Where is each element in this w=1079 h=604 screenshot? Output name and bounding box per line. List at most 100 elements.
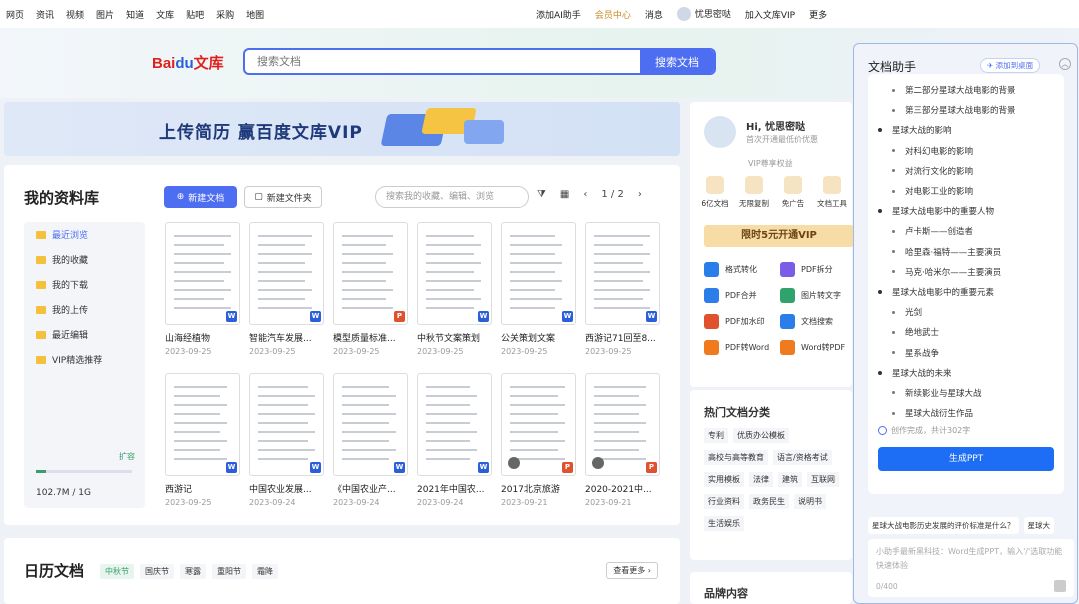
sidebar-item[interactable]: VIP精选推荐 <box>24 347 145 372</box>
doc-card[interactable]: W 西游记 2023-09-25 <box>165 373 240 507</box>
tool-item[interactable]: PDF加水印 <box>704 314 780 329</box>
sidebar-item[interactable]: 我的下载 <box>24 272 145 297</box>
tool-item[interactable]: 图片转文字 <box>780 288 856 303</box>
doc-card[interactable]: P 2017北京旅游 2023-09-21 <box>501 373 576 507</box>
filter-icon[interactable]: ⧩ <box>537 189 546 200</box>
tool-icon <box>780 288 795 303</box>
library-search-input[interactable]: 搜索我的收藏、编辑、浏览 <box>375 186 529 208</box>
search-button[interactable]: 搜索文档 <box>640 50 714 73</box>
more-link[interactable]: 更多 <box>809 8 827 21</box>
sidebar-item[interactable]: 最近编辑 <box>24 322 145 347</box>
hot-tag[interactable]: 法律 <box>749 472 773 487</box>
tool-item[interactable]: Word转PDF <box>780 340 856 355</box>
thumb-line <box>594 395 639 397</box>
file-type-icon: P <box>562 462 573 473</box>
doc-card[interactable]: P 2020-2021中... 2023-09-21 <box>585 373 660 507</box>
hot-tag[interactable]: 生活娱乐 <box>704 516 744 531</box>
thumb-line <box>174 413 220 415</box>
sidebar-item[interactable]: 我的收藏 <box>24 247 145 272</box>
join-vip-link[interactable]: 加入文库VIP <box>745 8 795 21</box>
send-icon[interactable] <box>1054 580 1066 592</box>
hot-tag[interactable]: 高校与高等教育 <box>704 450 768 465</box>
tool-item[interactable]: PDF拆分 <box>780 262 856 277</box>
doc-card[interactable]: W 中国农业发展... 2023-09-24 <box>249 373 324 507</box>
play-icon[interactable] <box>592 457 604 469</box>
generate-ppt-button[interactable]: 生成PPT <box>878 447 1054 471</box>
tool-item[interactable]: 文档搜索 <box>780 314 856 329</box>
vip-right-item[interactable]: 无限复制 <box>739 176 769 209</box>
next-page-icon[interactable]: › <box>638 189 642 200</box>
tool-item[interactable]: PDF转Word <box>704 340 780 355</box>
add-to-desktop-button[interactable]: ✈ 添加到桌面 <box>980 58 1041 73</box>
suggestion-chip[interactable]: 星球大战电影历史发展的评价标准是什么？ <box>868 517 1019 534</box>
doc-card[interactable]: W 西游记71回至8... 2023-09-25 <box>585 222 660 356</box>
hot-tag[interactable]: 专利 <box>704 428 728 443</box>
outline-item: 星球大战的未来 <box>878 363 1058 383</box>
nav-link[interactable]: 采购 <box>216 8 234 21</box>
vip-right-item[interactable]: 免广告 <box>778 176 808 209</box>
tool-item[interactable]: PDF合并 <box>704 288 780 303</box>
see-more-button[interactable]: 查看更多 › <box>606 562 658 579</box>
tool-item[interactable]: 格式转化 <box>704 262 780 277</box>
hot-tag[interactable]: 说明书 <box>794 494 826 509</box>
expand-storage-link[interactable]: 扩容 <box>119 451 135 462</box>
vip-offer-text[interactable]: 首次开通最低价优惠 <box>746 134 818 145</box>
calendar-tag[interactable]: 中秋节 <box>100 564 134 579</box>
new-doc-button[interactable]: ⊕ 新建文档 <box>164 186 237 208</box>
doc-card[interactable]: W 山海经植物 2023-09-25 <box>165 222 240 356</box>
hot-tag[interactable]: 行业资料 <box>704 494 744 509</box>
grid-view-icon[interactable]: ▦ <box>560 189 569 200</box>
doc-card[interactable]: W 2021年中国农... 2023-09-24 <box>417 373 492 507</box>
nav-link[interactable]: 贴吧 <box>186 8 204 21</box>
doc-card[interactable]: W 公关策划文案 2023-09-25 <box>501 222 576 356</box>
sidebar-item[interactable]: 最近浏览 <box>24 222 145 247</box>
suggestion-chip[interactable]: 星球大 <box>1023 517 1054 534</box>
promo-banner[interactable]: 上传简历 赢百度文库VIP <box>4 102 680 156</box>
collapse-icon[interactable]: ︿ <box>1059 58 1071 70</box>
sidebar-item[interactable]: 我的上传 <box>24 297 145 322</box>
hot-tag[interactable]: 实用模板 <box>704 472 744 487</box>
hot-tag[interactable]: 语言/资格考试 <box>773 450 832 465</box>
member-center-link[interactable]: 会员中心 <box>595 8 631 21</box>
prev-page-icon[interactable]: ‹ <box>583 189 587 200</box>
search-input[interactable] <box>245 50 635 73</box>
nav-link[interactable]: 图片 <box>96 8 114 21</box>
nav-link[interactable]: 视频 <box>66 8 84 21</box>
thumb-line <box>426 449 477 451</box>
doc-date: 2023-09-24 <box>333 498 380 507</box>
calendar-tag[interactable]: 寒露 <box>180 564 206 579</box>
doc-card[interactable]: W 中秋节文案策划 2023-09-25 <box>417 222 492 356</box>
hot-tag[interactable]: 优质办公模板 <box>733 428 789 443</box>
vip-right-item[interactable]: 文档工具 <box>817 176 847 209</box>
hot-tag[interactable]: 建筑 <box>778 472 802 487</box>
pin-label: 添加到桌面 <box>995 61 1034 70</box>
vip-right-item[interactable]: 6亿文档 <box>700 176 730 209</box>
nav-link[interactable]: 资讯 <box>36 8 54 21</box>
nav-link[interactable]: 网页 <box>6 8 24 21</box>
outline-item: 卢卡斯——创造者 <box>878 221 1058 241</box>
user-menu[interactable]: 忧思密哒 <box>676 7 731 22</box>
hot-tag[interactable]: 政务民生 <box>749 494 789 509</box>
profile-avatar[interactable] <box>704 116 736 148</box>
calendar-tag[interactable]: 霜降 <box>252 564 278 579</box>
thumb-line <box>510 271 555 273</box>
assistant-input[interactable]: 小助手最新黑科技：Word生成PPT，输入'/'选取功能快速体验 0/400 <box>868 539 1074 597</box>
vip-open-button[interactable]: 限时5元开通VIP <box>704 225 854 247</box>
my-library: 我的资料库 ⊕ 新建文档 ▢ 新建文件夹 搜索我的收藏、编辑、浏览 ⧩ ▦ ‹ 1 … <box>4 165 680 525</box>
thumb-line <box>510 404 565 406</box>
doc-card[interactable]: W 智能汽车发展... 2023-09-25 <box>249 222 324 356</box>
play-icon[interactable] <box>508 457 520 469</box>
messages-link[interactable]: 消息 <box>645 8 663 21</box>
doc-card[interactable]: P 模型质量标准... 2023-09-25 <box>333 222 408 356</box>
new-folder-button[interactable]: ▢ 新建文件夹 <box>244 186 322 208</box>
wenku-logo[interactable]: Baidu文库 <box>152 52 224 73</box>
nav-link[interactable]: 地图 <box>246 8 264 21</box>
calendar-tag[interactable]: 重阳节 <box>212 564 246 579</box>
doc-card[interactable]: W 《中国农业产... 2023-09-24 <box>333 373 408 507</box>
tool-label: 图片转文字 <box>801 291 841 300</box>
calendar-tag[interactable]: 国庆节 <box>140 564 174 579</box>
nav-link[interactable]: 知道 <box>126 8 144 21</box>
nav-link[interactable]: 文库 <box>156 8 174 21</box>
hot-tag[interactable]: 互联网 <box>807 472 839 487</box>
add-ai-link[interactable]: 添加AI助手 <box>536 8 581 21</box>
